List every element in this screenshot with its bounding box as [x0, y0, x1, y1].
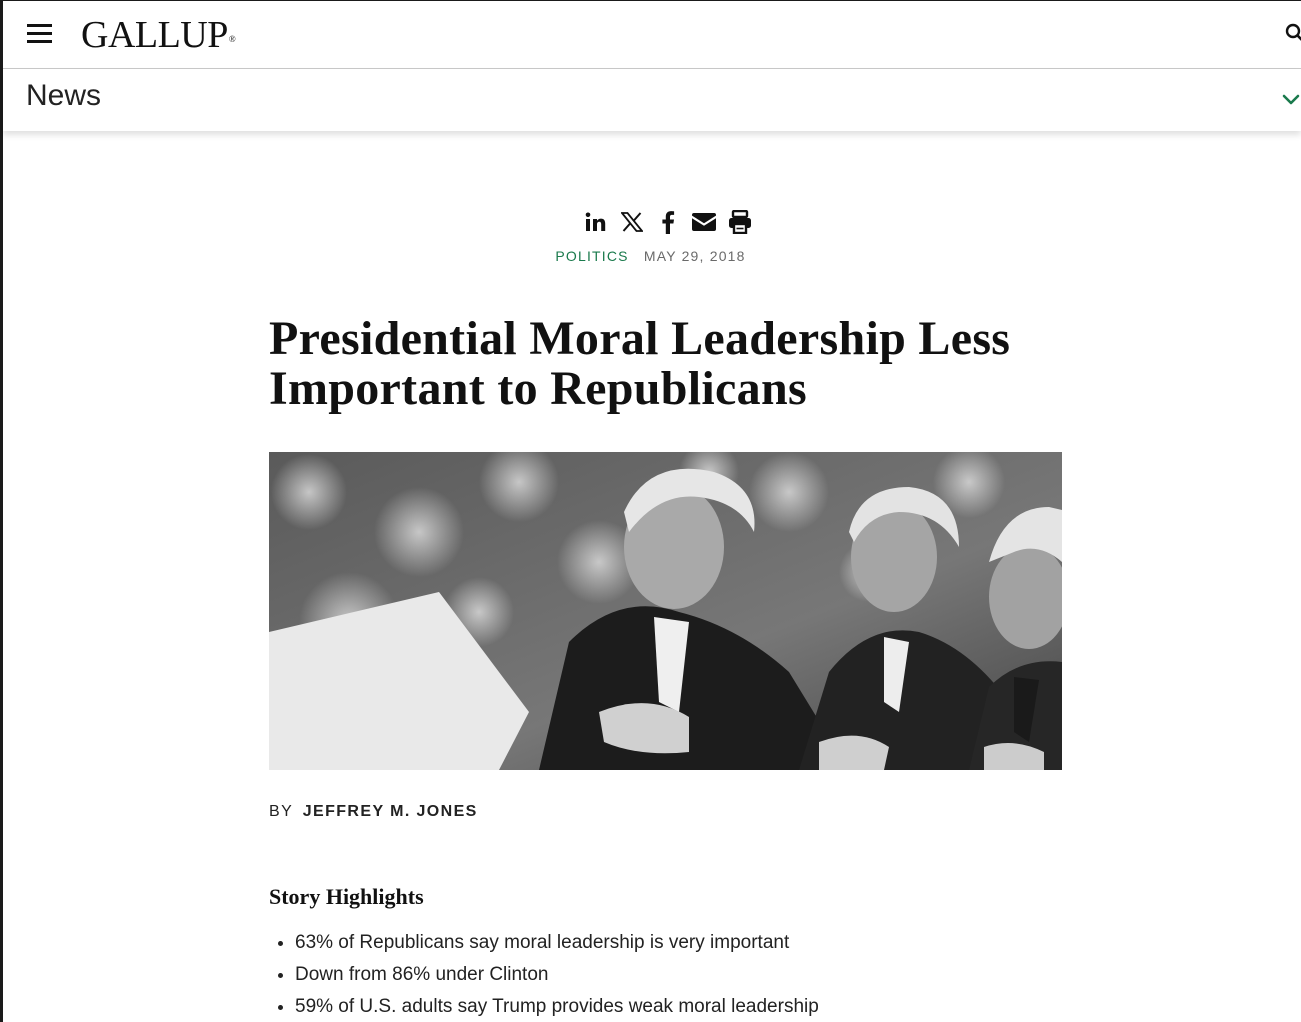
hero-image	[269, 452, 1062, 770]
topic-link[interactable]: POLITICS	[555, 248, 628, 264]
logo-registered-mark: ®	[228, 34, 236, 44]
hero-photo-illustration	[269, 452, 1062, 770]
highlight-item: Down from 86% under Clinton	[295, 959, 1049, 991]
publish-date: MAY 29, 2018	[643, 248, 746, 264]
facebook-icon[interactable]	[656, 210, 680, 234]
article-meta: POLITICS MAY 29, 2018	[0, 248, 1301, 264]
email-icon[interactable]	[692, 210, 716, 234]
article-title: Presidential Moral Leadership Less Impor…	[269, 312, 1011, 415]
section-title[interactable]: News	[26, 79, 101, 113]
story-highlights-heading: Story Highlights	[269, 884, 424, 909]
gallup-logo[interactable]: GALLUP®	[81, 13, 236, 57]
author-link[interactable]: JEFFREY M. JONES	[303, 803, 478, 820]
site-header: GALLUP®	[3, 1, 1301, 69]
hamburger-menu-icon[interactable]	[27, 22, 53, 44]
left-border	[0, 0, 3, 1022]
search-icon[interactable]	[1285, 23, 1301, 43]
x-icon[interactable]	[620, 210, 644, 234]
highlight-item: 63% of Republicans say moral leadership …	[295, 927, 1049, 959]
print-icon[interactable]	[728, 210, 752, 234]
byline: BY JEFFREY M. JONES	[269, 803, 478, 821]
logo-text: GALLUP	[81, 14, 228, 56]
chevron-down-icon[interactable]	[1281, 91, 1301, 109]
byline-prefix: BY	[269, 803, 293, 820]
story-highlights-list: 63% of Republicans say moral leadership …	[269, 927, 1049, 1022]
linkedin-icon[interactable]	[584, 210, 608, 234]
share-bar	[584, 207, 752, 237]
section-subnav: News	[3, 69, 1301, 131]
highlight-item: 59% of U.S. adults say Trump provides we…	[295, 991, 1049, 1022]
